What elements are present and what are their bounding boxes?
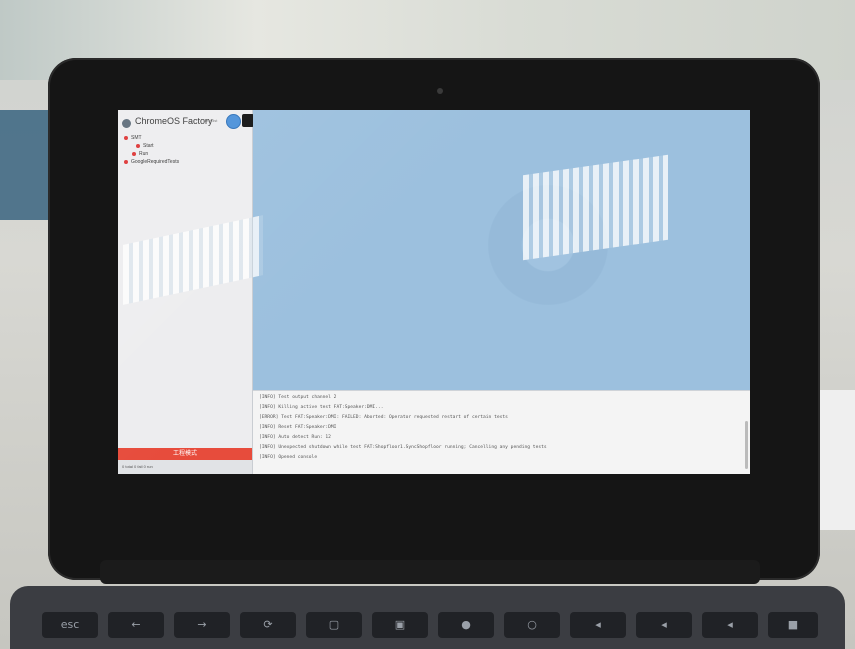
- status-dot-icon: [124, 135, 128, 140]
- key-volume-up[interactable]: ◂: [702, 612, 758, 638]
- key-brightness-up[interactable]: ○: [504, 612, 560, 638]
- key-fullscreen[interactable]: ▢: [306, 612, 362, 638]
- log-line: [INFO] Killing active test FAT:Speaker:D…: [259, 405, 384, 410]
- background-window: [0, 110, 55, 220]
- app-meta: Test list: [204, 118, 218, 123]
- log-line: [ERROR] Test FAT:Speaker:DMI: FAILED: Ab…: [259, 415, 508, 420]
- engineering-mode-bar[interactable]: 工程模式: [118, 448, 252, 460]
- key-brightness-down[interactable]: ●: [438, 612, 494, 638]
- status-dot-icon: [136, 143, 140, 148]
- chrome-logo-icon: [122, 119, 131, 128]
- webcam-icon: [437, 88, 443, 94]
- log-line: [INFO] Test output channel 2: [259, 395, 337, 400]
- key-power[interactable]: ■: [768, 612, 818, 638]
- key-forward[interactable]: →: [174, 612, 230, 638]
- test-ui-area: [253, 110, 750, 390]
- key-back[interactable]: ←: [108, 612, 164, 638]
- tree-item[interactable]: Run: [124, 150, 179, 158]
- status-dot-icon: [124, 159, 128, 164]
- key-mute[interactable]: ◂: [570, 612, 626, 638]
- log-line: [INFO] Reset FAT:Speaker:DMI: [259, 425, 337, 430]
- key-volume-down[interactable]: ◂: [636, 612, 692, 638]
- log-line: [INFO] Auto detect Run: 12: [259, 435, 331, 440]
- tree-item[interactable]: Start: [124, 142, 179, 150]
- key-esc[interactable]: esc: [42, 612, 98, 638]
- menu-button[interactable]: [226, 114, 241, 129]
- tree-item[interactable]: GoogleRequiredTests: [124, 158, 179, 166]
- laptop-screen: ChromeOS Factory Test list SMT Start Run…: [118, 110, 750, 474]
- tree-item[interactable]: SMT: [124, 134, 179, 142]
- status-dot-icon: [132, 151, 136, 156]
- test-tree: SMT Start Run GoogleRequiredTests: [124, 134, 179, 166]
- sidebar-header: ChromeOS Factory Test list: [122, 114, 254, 134]
- key-overview[interactable]: ▣: [372, 612, 428, 638]
- key-refresh[interactable]: ⟳: [240, 612, 296, 638]
- log-scrollbar[interactable]: [745, 421, 748, 469]
- log-console[interactable]: [INFO] Test output channel 2 [INFO] Kill…: [253, 390, 750, 474]
- app-title: ChromeOS Factory: [135, 116, 213, 126]
- laptop-hinge: [100, 560, 760, 584]
- log-line: [INFO] Unexpected shutdown while test FA…: [259, 445, 547, 450]
- status-bar: 0 total 0 fail 0 run: [118, 460, 252, 474]
- log-line: [INFO] Opened console: [259, 455, 318, 460]
